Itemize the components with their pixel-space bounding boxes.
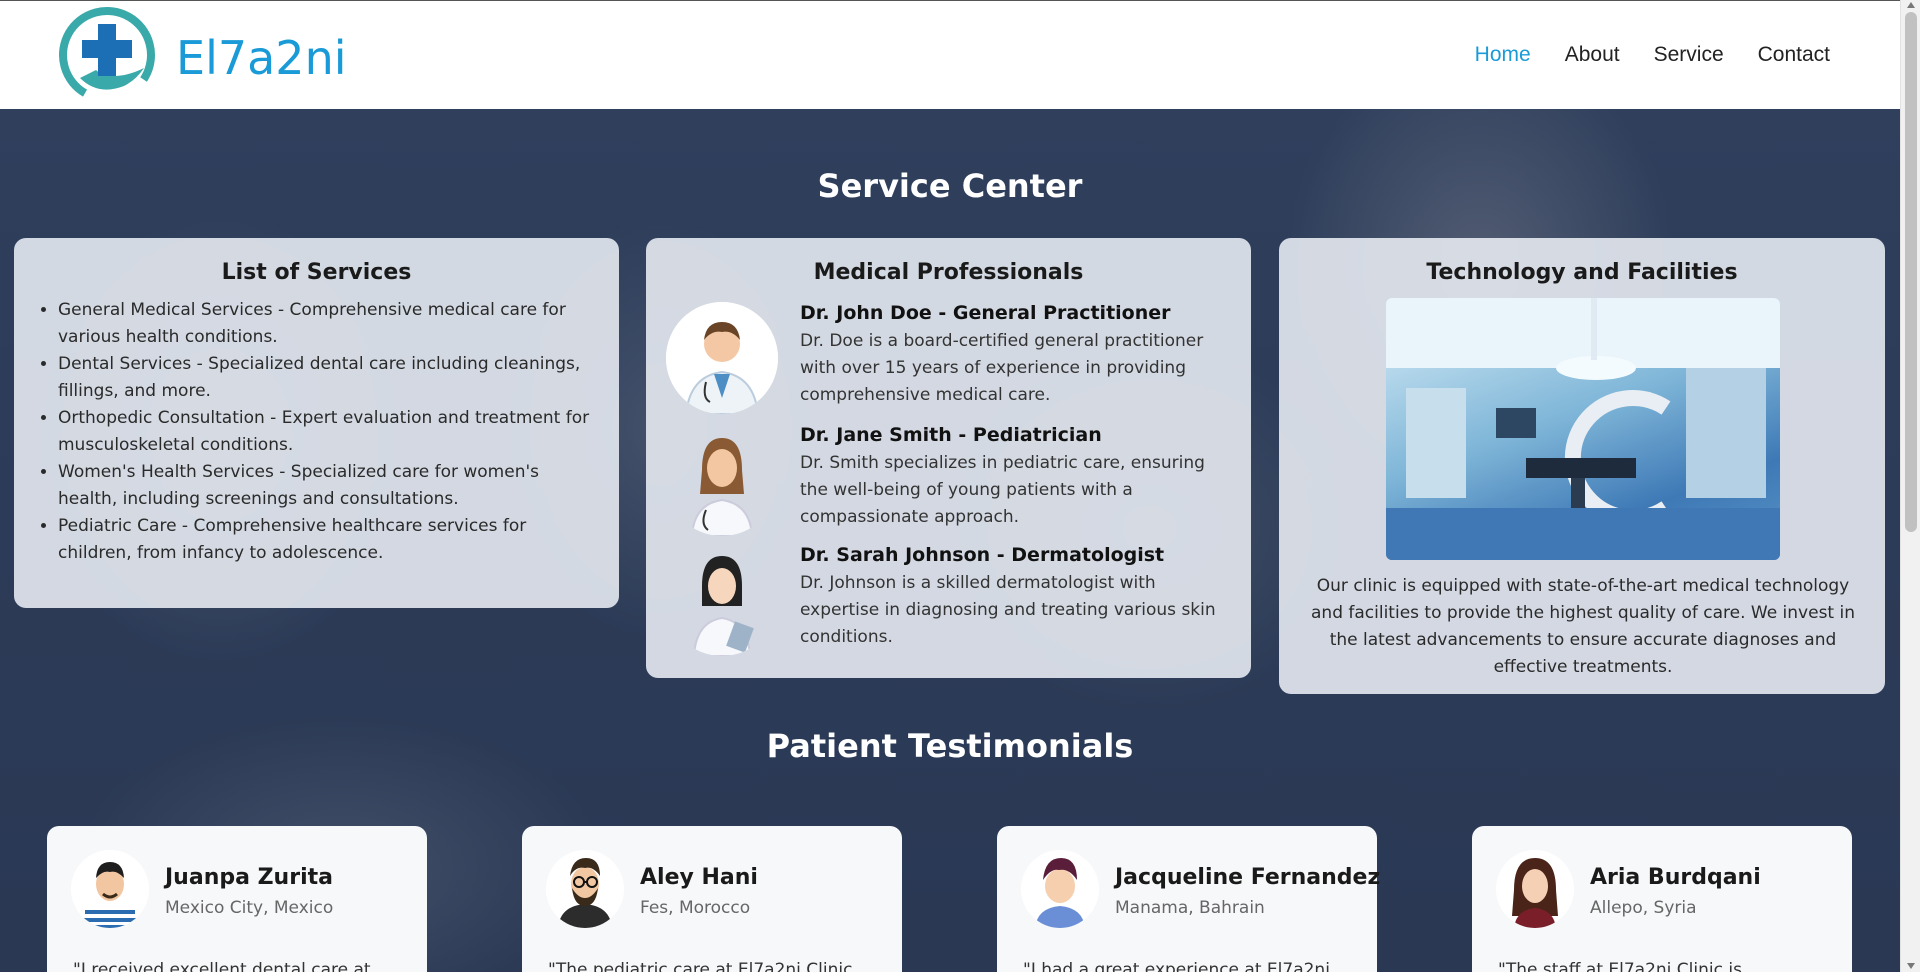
testimonial-quote: "I had a great experience at El7a2ni xyxy=(1023,960,1330,972)
doctor-description: Dr. Smith specializes in pediatric care,… xyxy=(800,453,1205,527)
services-list: General Medical Services - Comprehensive… xyxy=(58,297,619,567)
brand-name[interactable]: El7a2ni xyxy=(176,31,347,85)
avatar xyxy=(71,850,149,928)
list-item: Dental Services - Specialized dental car… xyxy=(58,351,599,405)
list-item: Pediatric Care - Comprehensive healthcar… xyxy=(58,513,599,567)
testimonial-location: Manama, Bahrain xyxy=(1115,898,1265,918)
nav-service[interactable]: Service xyxy=(1654,43,1724,67)
testimonial-name: Juanpa Zurita xyxy=(165,865,333,890)
doctor-name: Dr. John Doe - General Practitioner xyxy=(800,302,1171,324)
testimonial-card: Juanpa Zurita Mexico City, Mexico "I rec… xyxy=(47,826,427,972)
nav-contact[interactable]: Contact xyxy=(1758,43,1830,67)
doctor-info: Dr. Jane Smith - Pediatrician Dr. Smith … xyxy=(800,424,1220,531)
nav-about[interactable]: About xyxy=(1565,43,1620,67)
doctor-name: Dr. Sarah Johnson - Dermatologist xyxy=(800,544,1165,566)
operating-room-image xyxy=(1386,298,1780,560)
page-scrollbar[interactable] xyxy=(1900,0,1920,972)
medical-cross-hand-icon[interactable] xyxy=(58,6,156,104)
testimonial-quote: "I received excellent dental care at xyxy=(73,960,371,972)
professionals-card: Medical Professionals Dr. John Doe - Gen… xyxy=(646,238,1251,678)
scrollbar-thumb[interactable] xyxy=(1905,12,1917,532)
testimonial-card: Aria Burdqani Allepo, Syria "The staff a… xyxy=(1472,826,1852,972)
services-card: List of Services General Medical Service… xyxy=(14,238,619,608)
avatar xyxy=(1021,850,1099,928)
site-header: El7a2ni Home About Service Contact xyxy=(0,0,1900,109)
doctor-avatar-female-clipboard xyxy=(666,544,778,656)
list-item: Orthopedic Consultation - Expert evaluat… xyxy=(58,405,599,459)
testimonial-quote: "The staff at El7a2ni Clinic is xyxy=(1498,960,1742,972)
testimonial-name: Aley Hani xyxy=(640,865,758,890)
avatar xyxy=(1496,850,1574,928)
technology-description: Our clinic is equipped with state-of-the… xyxy=(1311,576,1855,677)
avatar xyxy=(546,850,624,928)
scroll-down-arrow-icon[interactable] xyxy=(1907,963,1915,969)
service-center-title: Service Center xyxy=(817,167,1083,205)
list-item: Women's Health Services - Specialized ca… xyxy=(58,459,599,513)
main-nav: Home About Service Contact xyxy=(1475,43,1830,67)
technology-card: Technology and Facilities Our clinic is … xyxy=(1279,238,1885,694)
testimonial-quote: "The pediatric care at El7a2ni Clinic xyxy=(548,960,853,972)
professionals-card-title: Medical Professionals xyxy=(813,260,1084,285)
services-card-title: List of Services xyxy=(221,260,412,285)
doctor-avatar-male xyxy=(666,302,778,414)
doctor-info: Dr. Sarah Johnson - Dermatologist Dr. Jo… xyxy=(800,544,1220,651)
testimonial-location: Mexico City, Mexico xyxy=(165,898,334,918)
doctor-name: Dr. Jane Smith - Pediatrician xyxy=(800,424,1102,446)
service-page-main: Service Center List of Services General … xyxy=(0,109,1900,972)
testimonial-name: Aria Burdqani xyxy=(1590,865,1761,890)
doctor-description: Dr. Doe is a board-certified general pra… xyxy=(800,331,1204,405)
scroll-up-arrow-icon[interactable] xyxy=(1907,2,1915,8)
testimonial-card: Jacqueline Fernandez Manama, Bahrain "I … xyxy=(997,826,1381,972)
doctor-info: Dr. John Doe - General Practitioner Dr. … xyxy=(800,302,1220,409)
doctor-avatar-female xyxy=(666,424,778,536)
testimonial-card: Aley Hani Fes, Morocco "The pediatric ca… xyxy=(522,826,902,972)
testimonials-title: Patient Testimonials xyxy=(766,727,1134,765)
technology-card-title: Technology and Facilities xyxy=(1426,260,1738,285)
testimonial-name: Jacqueline Fernandez xyxy=(1115,865,1381,890)
doctor-description: Dr. Johnson is a skilled dermatologist w… xyxy=(800,573,1216,647)
testimonial-location: Allepo, Syria xyxy=(1590,898,1697,918)
list-item: General Medical Services - Comprehensive… xyxy=(58,297,599,351)
nav-home[interactable]: Home xyxy=(1475,43,1531,67)
testimonial-location: Fes, Morocco xyxy=(640,898,751,918)
